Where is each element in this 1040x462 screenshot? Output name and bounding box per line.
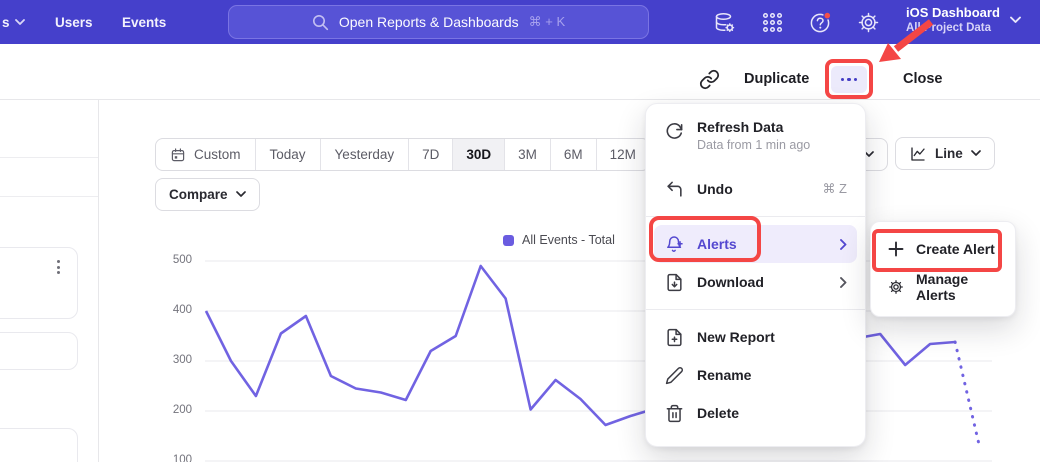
submenu-item-label: Create Alert xyxy=(916,241,995,257)
nav-item-events-label: Events xyxy=(122,15,166,30)
y-axis-label: 500 xyxy=(158,254,192,266)
gear-icon xyxy=(887,278,905,296)
file-plus-icon xyxy=(664,327,684,347)
menu-item-new-report[interactable]: New Report xyxy=(654,318,857,356)
kebab-icon[interactable] xyxy=(50,256,66,278)
y-axis-label: 100 xyxy=(158,454,192,462)
plus-icon xyxy=(887,240,905,258)
search-shortcut: ⌘ + K xyxy=(529,14,566,30)
menu-item-rename[interactable]: Rename xyxy=(654,356,857,394)
legend-swatch xyxy=(503,235,514,246)
menu-item-sublabel: Data from 1 min ago xyxy=(697,138,810,152)
chevron-down-icon xyxy=(1010,16,1021,24)
chevron-right-icon xyxy=(840,239,847,250)
link-icon[interactable] xyxy=(699,69,720,90)
sidebar-divider xyxy=(0,157,98,158)
apps-grid-icon[interactable] xyxy=(760,10,785,35)
date-range-6m[interactable]: 6M xyxy=(550,139,596,170)
menu-item-shortcut: ⌘ Z xyxy=(822,181,847,197)
close-button[interactable]: Close xyxy=(903,71,943,87)
chart-type-button[interactable]: Line xyxy=(895,137,995,170)
context-menu: Refresh Data Data from 1 min ago Undo ⌘ … xyxy=(645,103,866,447)
nav-item-truncated[interactable]: s xyxy=(2,0,25,44)
menu-divider xyxy=(646,309,865,310)
menu-item-label: Rename xyxy=(697,367,751,383)
chevron-down-icon xyxy=(971,150,981,157)
more-icon xyxy=(841,78,845,82)
more-button[interactable] xyxy=(831,66,867,93)
date-range-label: Custom xyxy=(194,147,241,162)
project-selector[interactable]: iOS Dashboard All Project Data xyxy=(906,5,1021,35)
pencil-icon xyxy=(664,365,684,385)
menu-item-alerts[interactable]: Alerts xyxy=(654,225,857,263)
menu-item-undo[interactable]: Undo ⌘ Z xyxy=(654,170,857,208)
search-bar[interactable]: Open Reports & Dashboards ⌘ + K xyxy=(228,5,649,39)
submenu-item-manage-alerts[interactable]: Manage Alerts xyxy=(879,268,1007,306)
date-range-3m[interactable]: 3M xyxy=(504,139,550,170)
data-management-icon[interactable] xyxy=(712,10,737,35)
download-icon xyxy=(664,272,684,292)
chart-legend[interactable]: All Events - Total xyxy=(503,233,615,247)
submenu-item-create-alert[interactable]: Create Alert xyxy=(879,230,1007,268)
date-range-control: Custom Today Yesterday 7D 30D 3M 6M 12M xyxy=(155,138,650,171)
alerts-submenu: Create Alert Manage Alerts xyxy=(870,221,1016,317)
chevron-down-icon xyxy=(15,19,25,26)
line-chart-icon xyxy=(909,145,927,163)
menu-item-label: Refresh Data xyxy=(697,119,783,135)
sidebar-card[interactable] xyxy=(0,332,78,370)
menu-item-label: Delete xyxy=(697,405,739,421)
notification-dot xyxy=(824,12,831,19)
settings-icon[interactable] xyxy=(856,10,881,35)
date-range-30d[interactable]: 30D xyxy=(452,139,504,170)
line-series-projected xyxy=(955,342,980,449)
compare-label: Compare xyxy=(169,187,228,202)
search-placeholder: Open Reports & Dashboards xyxy=(339,14,519,30)
undo-icon xyxy=(664,179,684,199)
search-icon xyxy=(312,14,329,31)
refresh-icon xyxy=(664,121,684,141)
menu-item-label: Download xyxy=(697,274,764,290)
compare-button[interactable]: Compare xyxy=(155,178,260,211)
app-header xyxy=(0,44,1040,100)
sidebar xyxy=(0,100,99,462)
project-scope: All Project Data xyxy=(906,21,1000,35)
menu-item-label: Alerts xyxy=(697,236,737,252)
date-range-today[interactable]: Today xyxy=(255,139,320,170)
y-axis-label: 300 xyxy=(158,354,192,366)
menu-item-download[interactable]: Download xyxy=(654,263,857,301)
chart-type-label: Line xyxy=(935,146,963,161)
project-name: iOS Dashboard xyxy=(906,5,1000,21)
menu-item-refresh[interactable]: Refresh Data Data from 1 min ago xyxy=(654,112,857,162)
nav-item-users[interactable]: Users xyxy=(55,0,93,44)
bell-plus-icon xyxy=(664,234,684,254)
menu-divider xyxy=(646,216,865,217)
sidebar-card[interactable] xyxy=(0,428,78,462)
help-icon[interactable] xyxy=(808,10,833,35)
top-nav: s Users Events Open Reports & Dashboards… xyxy=(0,0,1040,44)
y-axis-label: 200 xyxy=(158,404,192,416)
chevron-right-icon xyxy=(840,277,847,288)
menu-item-label: Undo xyxy=(697,181,733,197)
trash-icon xyxy=(664,403,684,423)
calendar-icon xyxy=(170,147,186,163)
nav-item-events[interactable]: Events xyxy=(122,0,166,44)
sidebar-card[interactable] xyxy=(0,247,78,319)
date-range-7d[interactable]: 7D xyxy=(408,139,452,170)
submenu-item-label: Manage Alerts xyxy=(916,271,999,303)
legend-label: All Events - Total xyxy=(522,233,615,247)
chevron-down-icon xyxy=(236,191,246,198)
date-range-yesterday[interactable]: Yesterday xyxy=(320,139,409,170)
sidebar-divider xyxy=(0,196,98,197)
menu-item-label: New Report xyxy=(697,329,775,345)
date-range-custom[interactable]: Custom xyxy=(156,139,255,170)
date-range-12m[interactable]: 12M xyxy=(596,139,649,170)
nav-item-truncated-label: s xyxy=(2,15,10,30)
duplicate-button[interactable]: Duplicate xyxy=(744,71,809,87)
nav-item-users-label: Users xyxy=(55,15,93,30)
menu-item-delete[interactable]: Delete xyxy=(654,394,857,432)
y-axis-label: 400 xyxy=(158,304,192,316)
